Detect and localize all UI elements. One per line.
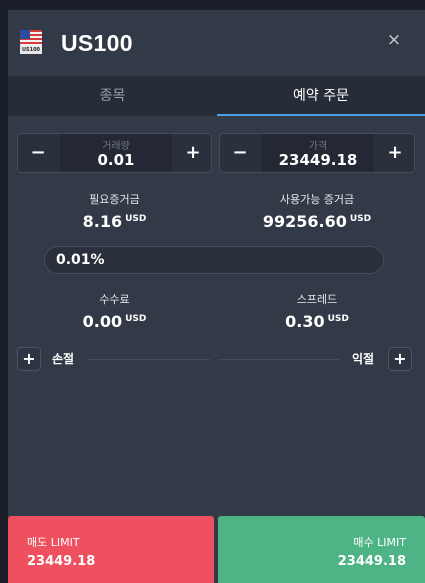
left-strip — [0, 0, 8, 583]
tab-pending-order[interactable]: 예약 주문 — [217, 76, 425, 116]
required-margin-value: 8.16 — [82, 212, 123, 231]
sell-limit-label: 매도 LIMIT — [27, 536, 80, 549]
available-margin-label: 사용가능 증거금 — [279, 193, 355, 206]
take-profit-divider — [218, 359, 340, 360]
spread-label: 스프레드 — [296, 293, 338, 306]
buy-limit-label: 매수 LIMIT — [353, 536, 406, 549]
fee-label: 수수료 — [99, 293, 130, 306]
volume-value: 0.01 — [97, 151, 135, 169]
close-icon[interactable]: × — [386, 30, 402, 50]
stop-loss-label: 손절 — [52, 352, 75, 366]
fee-value: 0.00 — [82, 312, 123, 331]
price-value: 23449.18 — [278, 151, 358, 169]
tab-instrument[interactable]: 종목 — [8, 76, 217, 116]
volume-label: 거래량 — [102, 141, 130, 152]
required-margin: 필요증거금 8.16 USD — [17, 191, 212, 231]
stop-loss-add-button[interactable]: + — [17, 347, 41, 371]
margin-percent-field[interactable]: 0.01% — [44, 246, 384, 274]
fee: 수수료 0.00 USD — [17, 291, 212, 331]
available-margin: 사용가능 증거금 99256.60 USD — [219, 191, 415, 231]
spread-unit: USD — [327, 314, 349, 324]
stop-loss-divider — [88, 359, 210, 360]
sell-limit-button[interactable]: 매도 LIMIT 23449.18 — [8, 516, 214, 583]
volume-minus-button[interactable]: − — [18, 134, 58, 172]
required-margin-unit: USD — [125, 214, 147, 224]
required-margin-label: 필요증거금 — [89, 193, 140, 206]
top-strip — [0, 0, 425, 10]
take-profit-add-button[interactable]: + — [388, 347, 412, 371]
spread: 스프레드 0.30 USD — [219, 291, 415, 331]
buy-limit-price: 23449.18 — [337, 554, 406, 569]
price-minus-button[interactable]: − — [220, 134, 260, 172]
available-margin-value: 99256.60 — [262, 212, 347, 231]
tab-bar: 종목 예약 주문 — [8, 76, 425, 116]
us-flag-icon: US100 — [20, 30, 42, 54]
sl-tp-row: + 손절 익절 + — [8, 347, 425, 371]
volume-stepper: − 거래량 0.01 + — [17, 133, 212, 173]
price-field[interactable]: 가격 23449.18 — [262, 134, 374, 172]
volume-field[interactable]: 거래량 0.01 — [60, 134, 172, 172]
volume-plus-button[interactable]: + — [173, 134, 213, 172]
fee-unit: USD — [125, 314, 147, 324]
instrument-title: US100 — [61, 30, 133, 56]
price-label: 가격 — [308, 141, 328, 152]
available-margin-unit: USD — [349, 214, 372, 224]
panel-header: US100 US100 × — [8, 10, 425, 76]
price-plus-button[interactable]: + — [375, 134, 415, 172]
buy-limit-button[interactable]: 매수 LIMIT 23449.18 — [218, 516, 425, 583]
price-stepper: − 가격 23449.18 + — [219, 133, 415, 173]
spread-value: 0.30 — [285, 312, 325, 331]
flag-code-label: US100 — [20, 46, 42, 54]
sell-limit-price: 23449.18 — [27, 554, 96, 569]
order-panel: US100 US100 × 종목 예약 주문 − 거래량 0.01 + − 가격… — [8, 10, 425, 583]
take-profit-label: 익절 — [352, 352, 375, 366]
